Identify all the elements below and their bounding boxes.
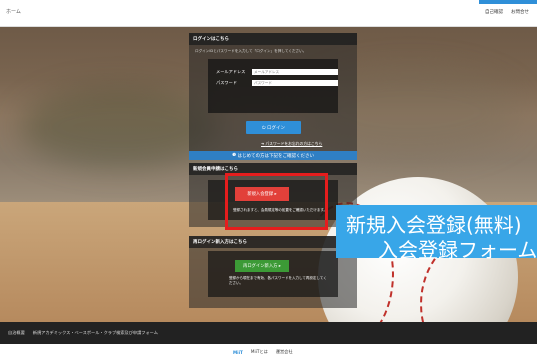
email-label: メールアドレス	[216, 69, 246, 74]
footer-link-overview[interactable]: 自治概要	[8, 330, 25, 336]
login-form: メールアドレス パスワード	[208, 59, 338, 113]
registration-banner: 新規入会登録(無料) 入会登録フォーム	[336, 205, 537, 262]
relogin-panel: 再ログイン新入方はこちら 再ログイン新入方 ▸ 登録から現在まで有効、各パスワー…	[189, 236, 357, 308]
login-title: ログインはこちら	[189, 33, 357, 45]
password-row: パスワード	[216, 80, 338, 86]
header-nav: 自己確認 お問合せ	[485, 9, 529, 15]
relogin-title: 再ログイン新入方はこちら	[189, 236, 357, 248]
relogin-button[interactable]: 再ログイン新入方 ▸	[235, 260, 289, 272]
relogin-button-label: 再ログイン新入方	[243, 264, 278, 269]
forgot-password-link[interactable]: ➜ パスワードをお忘れの方はこちら	[261, 141, 322, 147]
miit-logo[interactable]: MiiT	[233, 350, 243, 355]
notice-text: はじめての方は下記をご確認ください	[237, 153, 314, 159]
header-accent	[479, 0, 537, 4]
highlight-frame	[225, 173, 328, 230]
password-label: パスワード	[216, 80, 237, 85]
login-note: ログインIDとパスワードを入力して「ログイン」を押してください。	[195, 49, 307, 53]
header-link-self-check[interactable]: 自己確認	[485, 9, 503, 15]
powered-by: MiiT MiiTとは 運営会社	[233, 349, 293, 355]
login-panel: ログインはこちら ログインIDとパスワードを入力して「ログイン」を押してください…	[189, 33, 357, 151]
site-logo[interactable]: ホーム	[6, 8, 21, 15]
banner-line-2: 入会登録フォーム	[378, 238, 537, 262]
site-footer: 自治概要 新規アカデミックス・ベースボール・クラブ検索及び申請フォーム	[0, 322, 537, 344]
footer-link-club-search[interactable]: 新規アカデミックス・ベースボール・クラブ検索及び申請フォーム	[33, 330, 158, 336]
header-link-contact[interactable]: お問合せ	[511, 9, 529, 15]
email-row: メールアドレス	[216, 69, 338, 75]
top-header: ホーム 自己確認 お問合せ	[0, 0, 537, 27]
login-button-label: ログイン	[267, 125, 285, 131]
bottom-link-company[interactable]: 運営会社	[276, 349, 293, 355]
forgot-password-label: パスワードをお忘れの方はこちら	[265, 141, 323, 146]
footer-nav: 自治概要 新規アカデミックス・ベースボール・クラブ検索及び申請フォーム	[8, 330, 158, 336]
password-field[interactable]	[252, 80, 338, 86]
relogin-box	[208, 251, 338, 297]
relogin-note: 登録から現在まで有効、各パスワードを入力して再設定してください。	[229, 276, 327, 285]
first-time-notice: ❶ はじめての方は下記をご確認ください	[189, 151, 357, 160]
email-field[interactable]	[252, 69, 338, 75]
bottom-link-about[interactable]: MiiTとは	[251, 349, 268, 355]
login-button[interactable]: ⏻ ログイン	[246, 121, 301, 134]
chevron-right-icon: ▸	[277, 263, 281, 269]
